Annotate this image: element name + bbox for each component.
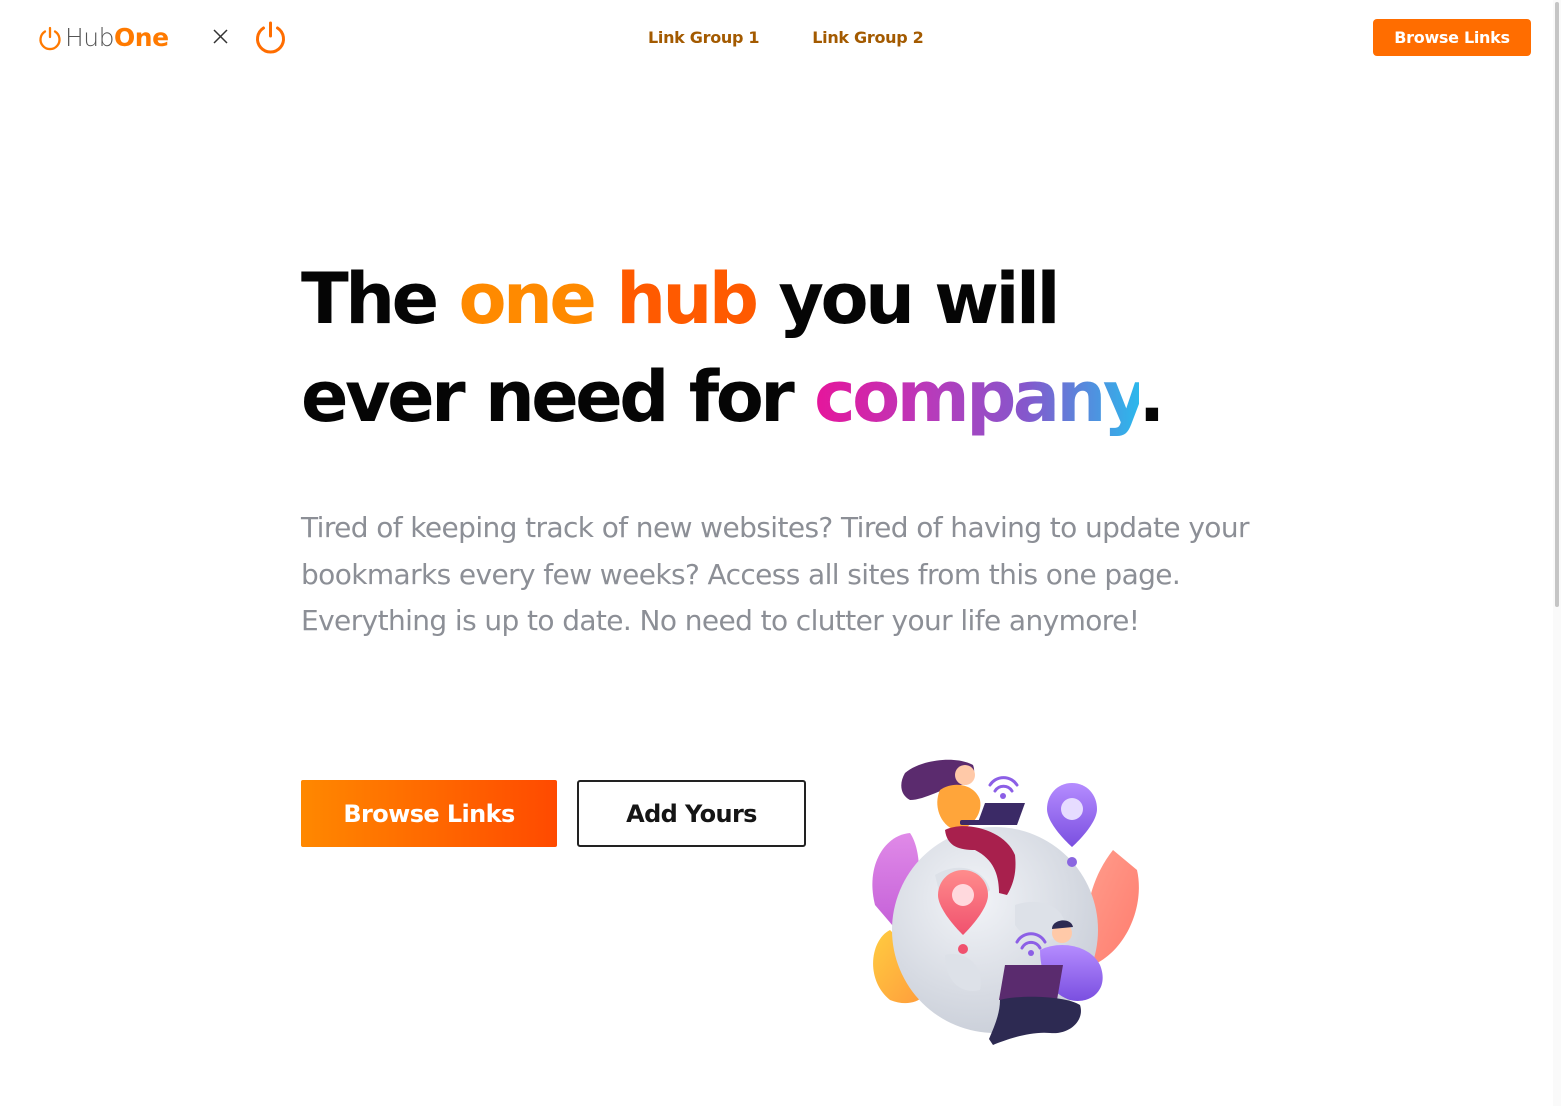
power-icon bbox=[39, 26, 61, 51]
headline-ever-need-for: ever need for bbox=[301, 356, 815, 438]
browse-links-button[interactable]: Browse Links bbox=[301, 780, 557, 847]
headline-you-will: you will bbox=[755, 258, 1060, 340]
hero-lead-text: Tired of keeping track of new websites? … bbox=[301, 511, 1250, 637]
main-nav: Link Group 1 Link Group 2 bbox=[648, 26, 924, 50]
headline-the: The bbox=[301, 258, 459, 340]
close-icon bbox=[213, 29, 228, 44]
headline-line-2: ever need for company. bbox=[301, 348, 1301, 446]
headline-hub: hub bbox=[616, 258, 759, 340]
headline-company: company bbox=[814, 356, 1142, 438]
nav-link-group-2[interactable]: Link Group 2 bbox=[812, 26, 924, 50]
headline-line-1: The one hub you will bbox=[301, 250, 1301, 348]
site-header: HubOne Link Group 1 Link Group 2 Browse … bbox=[0, 0, 1561, 76]
header-browse-links-button[interactable]: Browse Links bbox=[1373, 19, 1531, 56]
scrollbar-thumb[interactable] bbox=[1555, 2, 1559, 607]
headline-one: one bbox=[458, 258, 617, 340]
brand-wordmark: HubOne bbox=[65, 22, 169, 54]
hero-headline: The one hub you will ever need for compa… bbox=[301, 250, 1301, 446]
brand-one-text: One bbox=[114, 23, 169, 52]
brand-hub-text: Hub bbox=[65, 23, 115, 52]
nav-link-group-1[interactable]: Link Group 1 bbox=[648, 26, 760, 50]
globe-people-illustration bbox=[872, 759, 1139, 1045]
brand-logo-link[interactable]: HubOne bbox=[37, 22, 169, 54]
headline-period: . bbox=[1138, 356, 1166, 438]
partner-power-icon bbox=[256, 21, 285, 54]
add-yours-button[interactable]: Add Yours bbox=[577, 780, 806, 847]
